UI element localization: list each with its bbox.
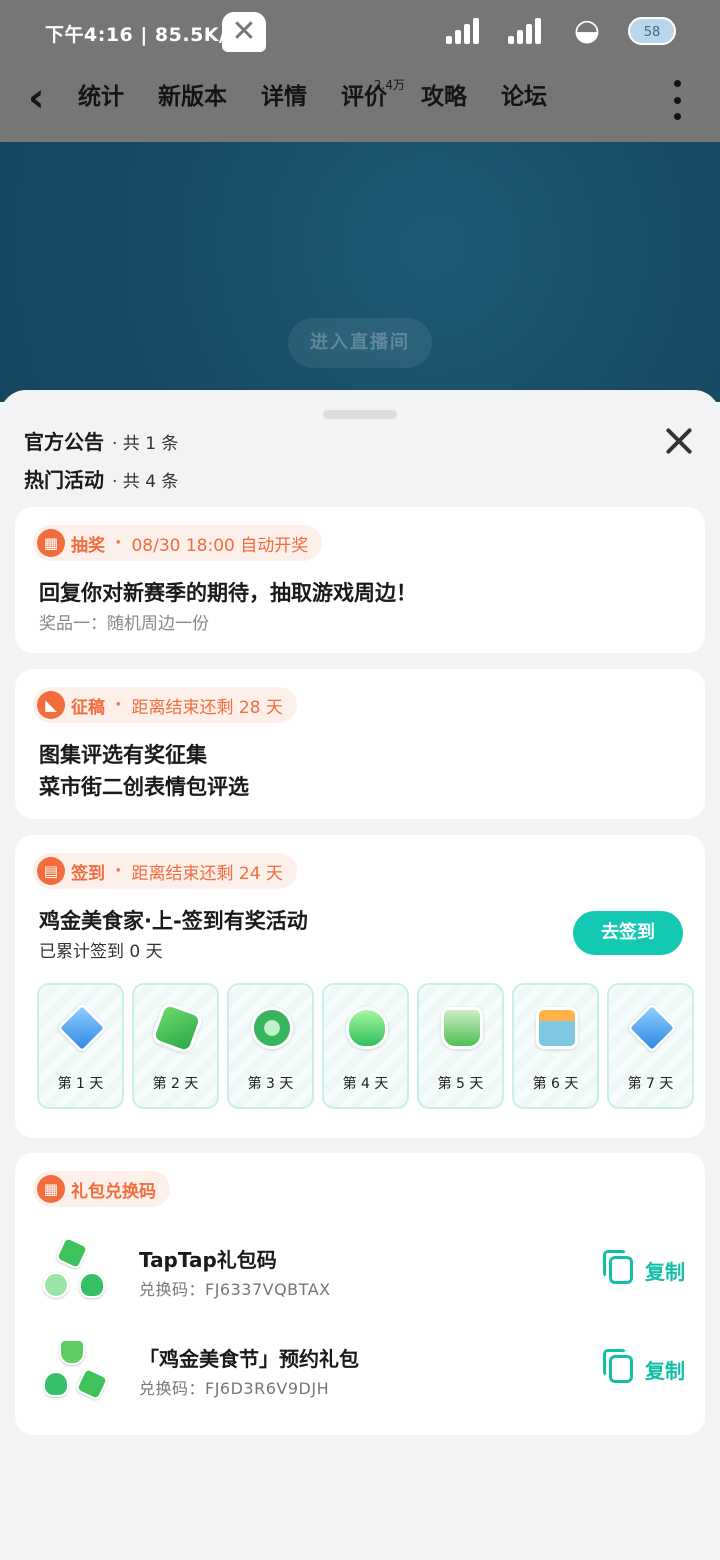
- close-icon[interactable]: [664, 426, 694, 456]
- lottery-title: 回复你对新赛季的期待，抽取游戏周边！: [39, 581, 417, 605]
- checkin-days: 第 1 天 第 2 天 第 3 天 第 4 天 第 5 天 第 6 天 第 7 …: [37, 983, 694, 1109]
- activity-summary: 热门活动 · 共 4 条: [24, 464, 178, 493]
- checkin-day[interactable]: 第 3 天: [227, 983, 314, 1109]
- checkin-progress: 已累计签到 0 天: [39, 942, 163, 962]
- contest-tag: ◣ 征稿 · 距离结束还剩 28 天: [33, 687, 297, 723]
- announcement-label: 官方公告: [24, 430, 104, 454]
- checkin-day-label: 第 3 天: [247, 1076, 294, 1092]
- checkin-day[interactable]: 第 1 天: [37, 983, 124, 1109]
- copy-icon: [603, 1250, 633, 1284]
- tab-new-version[interactable]: 新版本: [158, 82, 227, 118]
- activity-label: 热门活动: [24, 468, 104, 492]
- megaphone-icon: ◣: [37, 691, 65, 719]
- more-menu-icon[interactable]: [672, 80, 682, 120]
- lottery-tag-dot: ·: [115, 533, 122, 553]
- lottery-prize: 奖品一：随机周边一份: [39, 614, 209, 634]
- gift-code-tag: ▦ 礼包兑换码: [33, 1171, 170, 1207]
- contest-tag-dot: ·: [115, 695, 122, 715]
- wifi-icon: ◒: [573, 13, 601, 48]
- status-time: 下午4:16 | 85.5K/s: [45, 24, 239, 46]
- nav-bar: ‹ 统计 新版本 详情 评价 2.4万 攻略 论坛: [0, 66, 720, 142]
- checkin-day-label: 第 5 天: [437, 1076, 484, 1092]
- gift-code: 兑换码：FJ6337VQBTAX: [139, 1280, 331, 1299]
- coin-icon: [251, 1007, 293, 1049]
- lottery-draw-time: 08/30 18:00 自动开奖: [131, 535, 309, 556]
- lottery-card[interactable]: ▦ 抽奖 · 08/30 18:00 自动开奖 回复你对新赛季的期待，抽取游戏周…: [15, 507, 705, 653]
- gift-code-tag-label: 礼包兑换码: [71, 1181, 156, 1202]
- checkin-day-label: 第 6 天: [532, 1076, 579, 1092]
- tab-details[interactable]: 详情: [261, 82, 307, 118]
- gift-item: TapTap礼包码 兑换码：FJ6337VQBTAX 复制: [39, 1235, 689, 1308]
- copy-label: 复制: [645, 1259, 685, 1284]
- tab-guides[interactable]: 攻略: [421, 82, 467, 118]
- gem-icon: [626, 1002, 678, 1054]
- copy-button[interactable]: 复制: [603, 1349, 685, 1389]
- enter-live-button[interactable]: 进入直播间: [288, 318, 432, 368]
- live-banner: 进入直播间: [0, 142, 720, 402]
- gift-icon: ▦: [37, 529, 65, 557]
- gift-name: TapTap礼包码: [139, 1248, 277, 1272]
- fire-icon: [346, 1007, 388, 1049]
- gift-name: 「鸡金美食节」预约礼包: [139, 1347, 359, 1371]
- checkin-card: ▤ 签到 · 距离结束还剩 24 天 鸡金美食家·上-签到有奖活动 已累计签到 …: [15, 835, 705, 1138]
- activity-count: · 共 4 条: [112, 472, 179, 492]
- signal-icon: [444, 16, 484, 46]
- gift-item: 「鸡金美食节」预约礼包 兑换码：FJ6D3R6V9DJH 复制: [39, 1337, 689, 1407]
- checkin-tag: ▤ 签到 · 距离结束还剩 24 天: [33, 853, 297, 889]
- status-bar: 下午4:16 | 85.5K/s ✕ ◒ 58: [0, 0, 720, 66]
- checkin-day-label: 第 4 天: [342, 1076, 389, 1092]
- contest-tag-label: 征稿: [71, 697, 105, 718]
- battery-icon: 58: [628, 17, 676, 45]
- announcement-summary: 官方公告 · 共 1 条: [24, 426, 178, 455]
- gem-icon: [56, 1002, 108, 1054]
- checkin-button[interactable]: 去签到: [573, 911, 683, 955]
- gift-code-card: ▦ 礼包兑换码 TapTap礼包码 兑换码：FJ6337VQBTAX 复制 「鸡…: [15, 1153, 705, 1435]
- signal-icon: [506, 16, 546, 46]
- checkin-day[interactable]: 第 6 天: [512, 983, 599, 1109]
- jar-icon: [536, 1007, 578, 1049]
- checkin-day-label: 第 1 天: [57, 1076, 104, 1092]
- tab-reviews[interactable]: 评价 2.4万: [341, 78, 405, 118]
- checkin-tag-dot: ·: [115, 861, 122, 881]
- contest-card[interactable]: ◣ 征稿 · 距离结束还剩 28 天 图集评选有奖征集 菜市街二创表情包评选: [15, 669, 705, 819]
- checkin-title: 鸡金美食家·上-签到有奖活动: [39, 909, 308, 933]
- nav-tabs: 统计 新版本 详情 评价 2.4万 攻略 论坛: [78, 78, 581, 118]
- copy-button[interactable]: 复制: [603, 1250, 685, 1290]
- gift-bundle-icon: [43, 1337, 110, 1407]
- lottery-tag-label: 抽奖: [71, 535, 105, 556]
- calendar-icon: ▤: [37, 857, 65, 885]
- checkin-day[interactable]: 第 4 天: [322, 983, 409, 1109]
- review-count-badge: 2.4万: [373, 78, 405, 92]
- cup-icon: [441, 1007, 483, 1049]
- checkin-day[interactable]: 第 7 天: [607, 983, 694, 1109]
- checkin-day[interactable]: 第 2 天: [132, 983, 219, 1109]
- contest-title: 图集评选有奖征集: [39, 743, 207, 767]
- announcement-count: · 共 1 条: [112, 434, 179, 454]
- copy-icon: [603, 1349, 633, 1383]
- checkin-remaining: 距离结束还剩 24 天: [131, 863, 283, 884]
- checkin-day-label: 第 2 天: [152, 1076, 199, 1092]
- lottery-tag: ▦ 抽奖 · 08/30 18:00 自动开奖: [33, 525, 323, 561]
- notification-icon: ✕: [222, 12, 266, 52]
- gift-bundle-icon: [43, 1235, 109, 1308]
- sheet-grabber[interactable]: [323, 410, 397, 419]
- status-icons: ◒ 58: [444, 16, 676, 46]
- contest-subtitle: 菜市街二创表情包评选: [39, 775, 249, 799]
- copy-label: 复制: [645, 1358, 685, 1383]
- activity-sheet: 官方公告 · 共 1 条 热门活动 · 共 4 条 ▦ 抽奖 · 08/30 18:…: [0, 390, 720, 1560]
- cash-icon: [150, 1001, 204, 1055]
- tab-stats[interactable]: 统计: [78, 82, 124, 118]
- checkin-day-label: 第 7 天: [627, 1076, 674, 1092]
- tab-forum[interactable]: 论坛: [501, 82, 547, 118]
- back-arrow-icon[interactable]: ‹: [28, 78, 64, 120]
- contest-remaining: 距离结束还剩 28 天: [131, 697, 283, 718]
- gift-code: 兑换码：FJ6D3R6V9DJH: [139, 1379, 330, 1398]
- gift-icon: ▦: [37, 1175, 65, 1203]
- checkin-day[interactable]: 第 5 天: [417, 983, 504, 1109]
- checkin-tag-label: 签到: [71, 863, 105, 884]
